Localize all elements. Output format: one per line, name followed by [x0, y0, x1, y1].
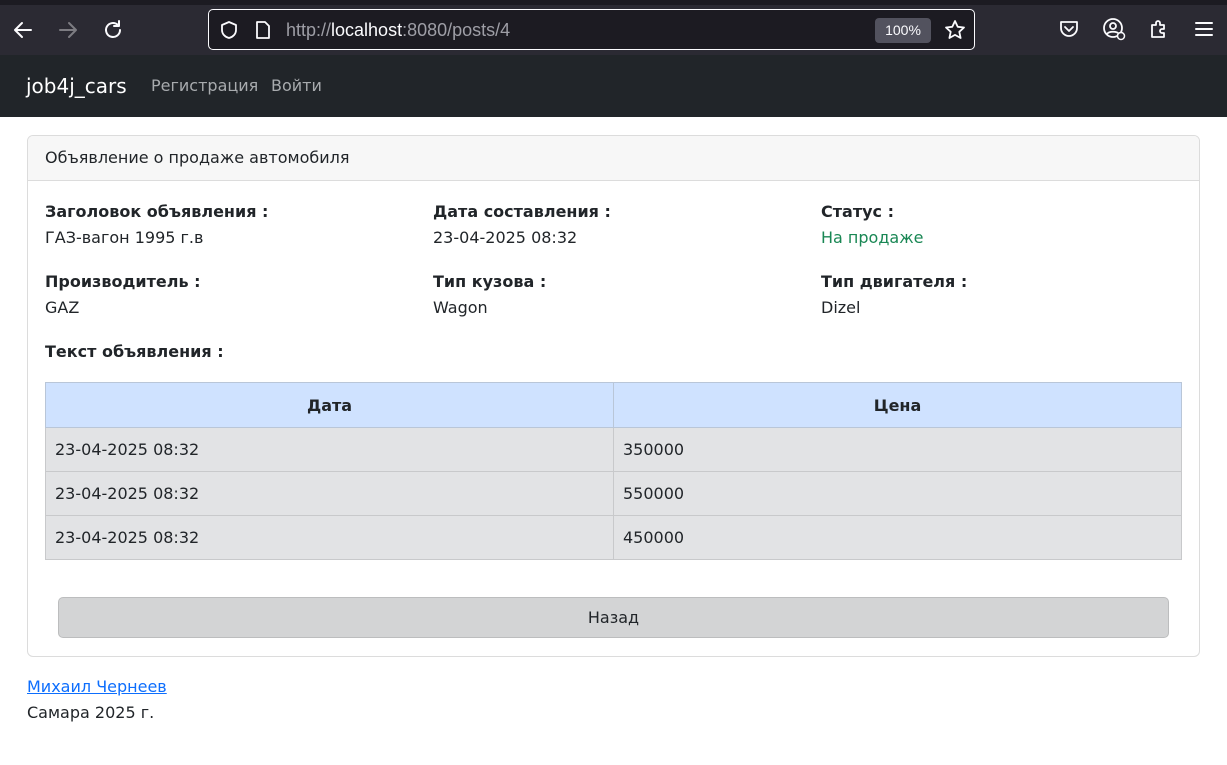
post-card: Объявление о продаже автомобиля Заголово… — [27, 135, 1200, 657]
forward-arrow-icon[interactable] — [52, 14, 84, 46]
bookmark-star-icon[interactable] — [944, 19, 966, 45]
table-row: 23-04-2025 08:32 450000 — [45, 515, 1182, 560]
status-value: На продаже — [821, 228, 924, 247]
pocket-icon[interactable] — [1056, 16, 1082, 42]
table-header-row: Дата Цена — [45, 382, 1182, 428]
description-label: Текст объявления : — [45, 342, 224, 361]
tab-strip — [0, 0, 1227, 5]
price-history-table: Дата Цена 23-04-2025 08:32 350000 23-04-… — [45, 382, 1182, 560]
title-value: ГАЗ-вагон 1995 г.в — [45, 228, 204, 247]
brand-link[interactable]: job4j_cars — [26, 72, 127, 100]
column-header-date: Дата — [45, 382, 614, 428]
back-arrow-icon[interactable] — [7, 14, 39, 46]
nav-link-register[interactable]: Регистрация — [151, 76, 258, 96]
date-value: 23-04-2025 08:32 — [433, 228, 578, 247]
zoom-level-badge[interactable]: 100% — [875, 18, 931, 43]
back-button[interactable]: Назад — [58, 597, 1169, 638]
cell-price: 450000 — [613, 515, 1182, 560]
body-type-label: Тип кузова : — [433, 272, 547, 291]
cell-date: 23-04-2025 08:32 — [45, 471, 614, 516]
account-icon[interactable] — [1101, 16, 1127, 42]
cell-date: 23-04-2025 08:32 — [45, 515, 614, 560]
extensions-icon[interactable] — [1146, 16, 1172, 42]
title-label: Заголовок объявления : — [45, 202, 269, 221]
address-bar[interactable]: http://localhost:8080/posts/4 100% — [208, 9, 975, 50]
table-row: 23-04-2025 08:32 350000 — [45, 427, 1182, 472]
cell-date: 23-04-2025 08:32 — [45, 427, 614, 472]
card-title: Объявление о продаже автомобиля — [45, 148, 350, 167]
page-info-icon[interactable] — [254, 20, 272, 44]
status-label: Статус : — [821, 202, 894, 221]
url-text[interactable]: http://localhost:8080/posts/4 — [286, 19, 510, 41]
browser-toolbar: http://localhost:8080/posts/4 100% — [0, 0, 1227, 55]
engine-type-label: Тип двигателя : — [821, 272, 968, 291]
table-row: 23-04-2025 08:32 550000 — [45, 471, 1182, 516]
footer-city-year: Самара 2025 г. — [27, 703, 155, 722]
column-header-price: Цена — [613, 382, 1182, 428]
date-label: Дата составления : — [433, 202, 611, 221]
site-navbar: job4j_cars Регистрация Войти — [0, 55, 1227, 117]
maker-label: Производитель : — [45, 272, 201, 291]
shield-icon[interactable] — [219, 20, 239, 44]
nav-link-login[interactable]: Войти — [271, 76, 322, 96]
body-type-value: Wagon — [433, 298, 488, 317]
reload-icon[interactable] — [97, 14, 129, 46]
card-header: Объявление о продаже автомобиля — [28, 136, 1199, 181]
menu-hamburger-icon[interactable] — [1191, 16, 1217, 42]
cell-price: 550000 — [613, 471, 1182, 516]
maker-value: GAZ — [45, 298, 80, 317]
engine-type-value: Dizel — [821, 298, 861, 317]
cell-price: 350000 — [613, 427, 1182, 472]
author-link[interactable]: Михаил Чернеев — [27, 677, 167, 697]
